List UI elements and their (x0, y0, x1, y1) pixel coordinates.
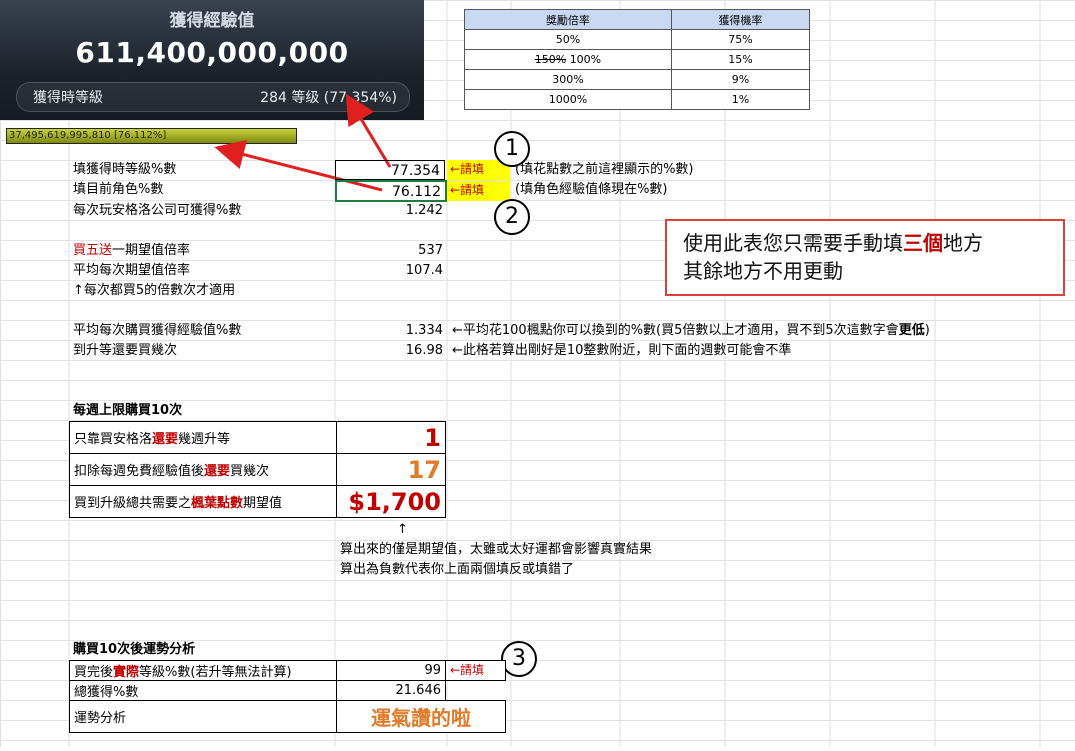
luck-value-analysis[interactable]: 運氣讚的啦 (336, 700, 506, 733)
luck-label-actual: 買完後實際等級%數(若升等無法計算) (69, 660, 337, 681)
marker-1: 1 (494, 131, 530, 167)
marker-3: 3 (501, 641, 537, 677)
up-arrow: ↑ (397, 522, 408, 537)
weekly-value-weeks[interactable]: 1 (336, 421, 446, 454)
weekly-value-buys[interactable]: 17 (336, 453, 446, 486)
row-label-current-pct: 填目前角色%數 (73, 182, 164, 197)
arrow-to-level (345, 93, 392, 168)
fill-hint-2: ←請填 (447, 181, 510, 201)
row-label-avg-gain: 平均每次購買獲得經驗值%數 (73, 323, 242, 338)
note-avg-gain: ←平均花100楓點你可以換到的%數(買5倍數以上才適用，買不到5次這數字會更低) (452, 323, 930, 338)
weekly-label-weeks: 只靠買安格洛還要幾週升等 (69, 421, 337, 454)
notice-line-1: 使用此表您只需要手動填三個地方 (683, 231, 983, 255)
notice-box: 使用此表您只需要手動填三個地方 其餘地方不用更動 (665, 219, 1065, 296)
luck-title: 購買10次後運勢分析 (73, 642, 196, 657)
row-label-avg-rate: 平均每次期望值倍率 (73, 263, 191, 278)
note-1: (填花點數之前這裡顯示的%數) (515, 162, 694, 177)
weekly-label-buys: 扣除每週免費經驗值後還要買幾次 (69, 453, 337, 486)
weekly-table: 只靠買安格洛還要幾週升等 1 扣除每週免費經驗值後還要買幾次 17 買到升級總共… (69, 421, 446, 518)
value-gain-per-play[interactable]: 1.242 (335, 201, 443, 221)
value-avg-gain[interactable]: 1.334 (335, 321, 443, 341)
value-avg-rate[interactable]: 107.4 (335, 261, 443, 281)
luck-value-total[interactable]: 21.646 (336, 680, 446, 701)
marker-2: 2 (494, 199, 530, 235)
luck-table: 買完後實際等級%數(若升等無法計算) 99 ←請填 總獲得%數 21.646 運… (69, 660, 506, 733)
weekly-title: 每週上限購買10次 (73, 403, 183, 418)
note-2: (填角色經驗值條現在%數) (515, 182, 668, 197)
notice-line-2: 其餘地方不用更動 (683, 259, 843, 283)
row-note-multiple5: ↑每次都買5的倍數次才適用 (73, 283, 236, 298)
row-label-gain-per-play: 每次玩安格洛公司可獲得%數 (73, 203, 242, 218)
luck-input-actual[interactable]: 99 (336, 660, 446, 681)
input-level-pct[interactable]: 77.354 (335, 160, 445, 180)
weekly-note-1: 算出來的僅是期望值，太雖或太好運都會影響真實結果 (340, 542, 653, 557)
value-buys-needed[interactable]: 16.98 (335, 341, 443, 361)
weekly-value-points[interactable]: $1,700 (336, 485, 446, 518)
luck-label-analysis: 運勢分析 (69, 700, 337, 733)
luck-label-total: 總獲得%數 (69, 680, 337, 701)
weekly-label-points: 買到升級總共需要之楓葉點數期望值 (69, 485, 337, 518)
row-label-level-pct: 填獲得時等級%數 (73, 162, 177, 177)
value-buy5-rate[interactable]: 537 (335, 241, 443, 261)
input-current-pct[interactable]: 76.112 (335, 180, 447, 202)
row-label-buys-needed: 到升等還要買幾次 (73, 343, 178, 358)
weekly-note-2: 算出為負數代表你上面兩個填反或填錯了 (340, 562, 575, 577)
row-label-buy5-rate: 買五送一期望值倍率 (73, 243, 191, 258)
note-buys-needed: ←此格若算出剛好是10整數附近，則下面的週數可能會不準 (452, 343, 792, 358)
red-arrows (214, 93, 392, 192)
fill-hint-3: ←請填 (445, 660, 506, 681)
